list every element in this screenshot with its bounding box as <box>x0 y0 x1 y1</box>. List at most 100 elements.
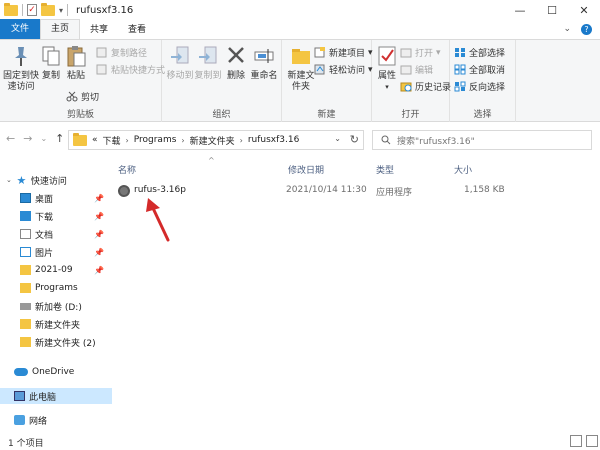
column-modified[interactable]: 修改日期 <box>288 163 324 176</box>
paste-shortcut-button[interactable]: 粘贴快捷方式 <box>96 63 165 76</box>
address-folder-icon <box>73 132 87 146</box>
application-icon <box>118 185 130 197</box>
file-size: 1,158 KB <box>464 185 505 195</box>
breadcrumb-programs[interactable]: Programs <box>134 135 177 145</box>
select-all-button[interactable]: 全部选择 <box>454 46 505 59</box>
copy-to-button[interactable]: 复制到 <box>194 44 222 82</box>
nav-item-documents[interactable]: 文档 📌 <box>0 226 112 242</box>
delete-button[interactable]: 删除 <box>226 44 246 82</box>
paste-button[interactable]: 粘贴 <box>64 44 88 82</box>
nav-item-downloads[interactable]: 下载 📌 <box>0 208 112 224</box>
easy-access-button[interactable]: 轻松访问 ▾ <box>314 63 373 76</box>
column-name[interactable]: 名称 <box>118 163 136 176</box>
open-button[interactable]: 打开 ▾ <box>400 46 441 59</box>
column-size[interactable]: 大小 <box>454 163 472 176</box>
column-type[interactable]: 类型 <box>376 163 394 176</box>
chevron-right-icon[interactable]: › <box>126 136 129 145</box>
nav-network[interactable]: 网络 <box>0 412 112 428</box>
history-button[interactable]: 历史记录 <box>400 80 451 93</box>
chevron-down-icon[interactable]: ⌄ <box>563 24 571 35</box>
tab-file[interactable]: 文件 <box>0 19 41 39</box>
new-item-button[interactable]: 新建项目 ▾ <box>314 46 373 59</box>
chevron-right-icon[interactable]: › <box>181 136 184 145</box>
folder-icon <box>20 319 31 329</box>
properties-quick-icon[interactable]: ✓ <box>27 4 37 16</box>
file-modified: 2021/10/14 11:30 <box>286 185 367 195</box>
rename-button[interactable]: 重命名 <box>250 44 278 82</box>
invert-selection-button[interactable]: 反向选择 <box>454 80 505 93</box>
back-arrow-icon[interactable]: ← <box>6 132 15 145</box>
customize-toolbar-icon[interactable]: ▾ <box>59 6 63 15</box>
nav-quick-access[interactable]: ⌄ ★ 快速访问 <box>0 172 112 188</box>
forward-arrow-icon[interactable]: → <box>23 132 32 145</box>
easy-access-icon <box>314 64 325 75</box>
properties-button[interactable]: 属性 ▾ <box>374 44 400 93</box>
document-icon <box>20 229 31 239</box>
breadcrumb-rufusxf[interactable]: rufusxf3.16 <box>248 135 300 145</box>
search-box[interactable]: 搜索"rufusxf3.16" <box>372 130 592 150</box>
drive-icon <box>20 302 31 310</box>
nav-item-new-folder[interactable]: 新建文件夹 <box>0 316 112 332</box>
scissors-icon <box>66 91 78 102</box>
delete-x-icon <box>228 47 244 63</box>
tab-share[interactable]: 共享 <box>80 21 118 39</box>
copy-to-icon <box>199 46 217 64</box>
breadcrumb-new-folder[interactable]: 新建文件夹 <box>190 134 235 147</box>
new-folder-quick-icon[interactable] <box>41 2 55 16</box>
tab-home[interactable]: 主页 <box>40 19 81 39</box>
help-icon[interactable]: ? <box>581 24 592 35</box>
address-row: ← → ⌄ ↑ « 下载 › Programs › 新建文件夹 › rufusx… <box>0 128 600 152</box>
large-icons-view-icon[interactable] <box>586 435 598 447</box>
close-button[interactable]: ✕ <box>568 0 600 20</box>
chevron-right-icon[interactable]: › <box>240 136 243 145</box>
refresh-icon[interactable]: ↻ <box>350 133 359 146</box>
address-dropdown-icon[interactable]: ⌄ <box>334 134 341 143</box>
nav-onedrive[interactable]: OneDrive <box>0 364 112 380</box>
paste-shortcut-icon <box>96 64 107 75</box>
edit-button[interactable]: 编辑 <box>400 63 433 76</box>
nav-item-new-folder-2[interactable]: 新建文件夹 (2) <box>0 334 112 350</box>
select-all-icon <box>455 48 465 57</box>
history-icon <box>400 82 412 92</box>
organize-group-label: 组织 <box>212 110 231 120</box>
pin-icon: 📌 <box>94 211 104 221</box>
new-folder-button[interactable]: 新建文件夹 <box>286 44 316 93</box>
copy-path-button[interactable]: 复制路径 <box>96 46 147 59</box>
navigation-pane: ⌄ ★ 快速访问 桌面 📌 下载 📌 文档 📌 图片 📌 2021-09 📌 P… <box>0 160 112 432</box>
new-group-label: 新建 <box>317 110 336 120</box>
minimize-button[interactable]: — <box>504 0 536 20</box>
cut-button[interactable]: 剪切 <box>66 90 99 103</box>
cloud-icon <box>14 368 28 376</box>
folder-icon <box>20 265 31 275</box>
nav-item-pictures[interactable]: 图片 📌 <box>0 244 112 260</box>
breadcrumb-downloads[interactable]: 下载 <box>103 134 121 147</box>
select-none-button[interactable]: 全部取消 <box>454 63 505 76</box>
maximize-button[interactable]: ☐ <box>536 0 568 20</box>
select-none-icon <box>454 64 466 75</box>
tab-view[interactable]: 查看 <box>118 21 156 39</box>
recent-chevron-icon[interactable]: ⌄ <box>40 132 47 145</box>
clipboard-group: 固定到快速访问 复制 粘贴 复制路径 粘贴快捷方式 剪切 剪贴板 <box>0 40 165 122</box>
details-view-icon[interactable] <box>570 435 582 447</box>
address-bar[interactable]: « 下载 › Programs › 新建文件夹 › rufusxf3.16 ⌄ … <box>68 130 364 150</box>
nav-item-drive-d[interactable]: 新加卷 (D:) <box>0 298 112 314</box>
nav-item-2021-09[interactable]: 2021-09 📌 <box>0 262 112 278</box>
ribbon-tabs: 文件 主页 共享 查看 ⌄ ? <box>0 19 600 40</box>
copy-button[interactable]: 复制 <box>40 44 62 82</box>
chevron-down-icon[interactable]: ⌄ <box>6 176 12 184</box>
nav-item-programs[interactable]: Programs <box>0 280 112 296</box>
file-name: rufus-3.16p <box>134 185 186 195</box>
search-input[interactable]: 搜索"rufusxf3.16" <box>397 134 475 147</box>
select-group-label: 选择 <box>473 110 492 120</box>
nav-this-pc[interactable]: 此电脑 <box>0 388 112 404</box>
up-arrow-icon[interactable]: ↑ <box>55 132 64 145</box>
folder-icon <box>4 2 18 16</box>
clipboard-group-label: 剪贴板 <box>66 110 94 120</box>
move-to-button[interactable]: 移动到 <box>166 44 194 82</box>
nav-item-desktop[interactable]: 桌面 📌 <box>0 190 112 206</box>
file-list: ^ 名称 修改日期 类型 大小 rufus-3.16p 2021/10/14 1… <box>112 152 600 432</box>
move-to-icon <box>171 46 189 64</box>
pin-quick-access-button[interactable]: 固定到快速访问 <box>2 44 40 93</box>
breadcrumb-overflow[interactable]: « <box>92 135 98 145</box>
open-icon <box>400 48 412 58</box>
